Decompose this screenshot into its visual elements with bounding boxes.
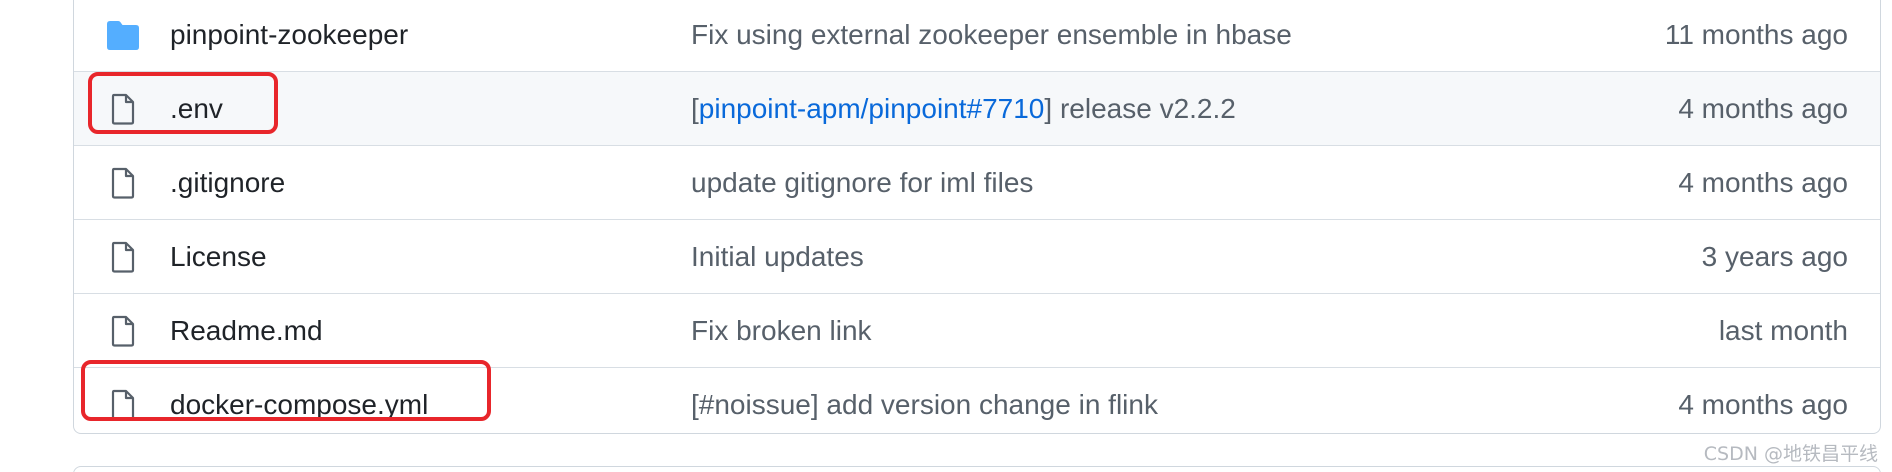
commit-message-link[interactable]: Fix broken link	[691, 294, 872, 368]
file-icon	[106, 241, 140, 273]
highlight-box-docker-compose	[81, 360, 491, 421]
next-panel-edge	[73, 466, 1881, 472]
highlight-box-env	[88, 72, 278, 134]
commit-age: 11 months ago	[1664, 19, 1848, 50]
commit-message-link[interactable]: ] release v2.2.2	[1044, 93, 1235, 124]
commit-message: [pinpoint-apm/pinpoint#7710] release v2.…	[691, 72, 1236, 146]
commit-message-link[interactable]: Fix using external zookeeper ensemble in…	[691, 0, 1292, 72]
file-row-pinpoint-zookeeper[interactable]: pinpoint-zookeeper Fix using external zo…	[74, 0, 1880, 72]
folder-icon	[106, 19, 140, 51]
issue-link[interactable]: pinpoint-apm/pinpoint#7710	[699, 93, 1045, 124]
file-row-gitignore[interactable]: .gitignore update gitignore for iml file…	[74, 146, 1880, 220]
file-name-link[interactable]: pinpoint-zookeeper	[170, 0, 408, 72]
commit-age: 4 months ago	[1678, 93, 1848, 124]
file-icon	[106, 167, 140, 199]
file-name-link[interactable]: .gitignore	[170, 146, 285, 220]
file-row-license[interactable]: License Initial updates 3 years ago	[74, 220, 1880, 294]
screenshot-stage: pinpoint-zookeeper Fix using external zo…	[0, 0, 1892, 472]
commit-age: 4 months ago	[1678, 389, 1848, 420]
file-name-link[interactable]: Readme.md	[170, 294, 323, 368]
watermark-text: CSDN @地铁昌平线	[1703, 443, 1878, 465]
commit-message-link[interactable]: Initial updates	[691, 220, 864, 294]
commit-age: 4 months ago	[1678, 167, 1848, 198]
file-name-link[interactable]: License	[170, 220, 267, 294]
file-row-readme[interactable]: Readme.md Fix broken link last month	[74, 294, 1880, 368]
file-row-env[interactable]: .env [pinpoint-apm/pinpoint#7710] releas…	[74, 72, 1880, 146]
commit-age: 3 years ago	[1701, 241, 1848, 272]
commit-age: last month	[1718, 315, 1848, 346]
file-icon	[106, 315, 140, 347]
commit-message-link[interactable]: [#noissue] add version change in flink	[691, 368, 1158, 433]
message-prefix: [	[691, 93, 699, 124]
commit-message-link[interactable]: update gitignore for iml files	[691, 146, 1033, 220]
